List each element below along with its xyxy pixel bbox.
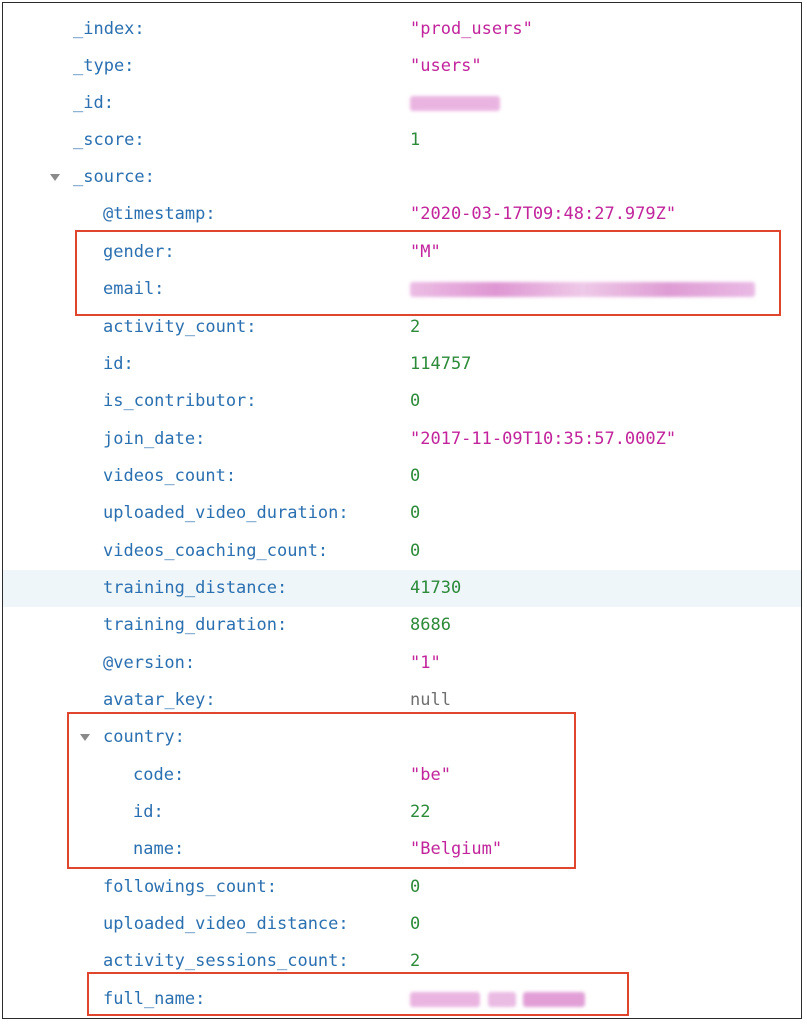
field-key-join-date: join_date:: [103, 429, 206, 449]
field-row-uploaded-video-distance: uploaded_video_distance: 0: [3, 906, 801, 943]
field-row-is-contributor: is_contributor: 0: [3, 383, 801, 420]
field-value-followings-count: 0: [410, 877, 421, 897]
field-value-training-duration: 8686: [410, 615, 451, 635]
field-row-version: @version: "1": [3, 645, 801, 682]
field-key-timestamp: @timestamp:: [103, 204, 216, 224]
field-row-timestamp: @timestamp: "2020-03-17T09:48:27.979Z": [3, 196, 801, 233]
field-row-videos-coaching-count: videos_coaching_count: 0: [3, 533, 801, 570]
triangle-down-icon[interactable]: [50, 174, 60, 181]
field-value-training-distance: 41730: [410, 578, 462, 598]
field-key-is-contributor: is_contributor:: [103, 391, 257, 411]
field-row-uploaded-video-duration: uploaded_video_duration: 0: [3, 495, 801, 532]
field-value-index: "prod_users": [410, 19, 533, 39]
redacted-id-value: [410, 96, 500, 111]
field-key-source-id: id:: [103, 354, 134, 374]
field-key-type: _type:: [73, 56, 135, 76]
highlight-box-gender-email: [75, 230, 781, 316]
field-value-uploaded-video-duration: 0: [410, 503, 421, 523]
field-value-source-id: 114757: [410, 354, 472, 374]
field-value-videos-count: 0: [410, 466, 421, 486]
highlight-box-full-name: [87, 972, 629, 1016]
field-row-followings-count: followings_count: 0: [3, 869, 801, 906]
field-key-videos-coaching-count: videos_coaching_count:: [103, 541, 329, 561]
field-key-id: _id:: [73, 93, 114, 113]
field-value-videos-coaching-count: 0: [410, 541, 421, 561]
field-key-videos-count: videos_count:: [103, 466, 237, 486]
field-key-training-distance: training_distance:: [103, 578, 288, 598]
field-key-uploaded-video-duration: uploaded_video_duration:: [103, 503, 349, 523]
field-row-index: _index: "prod_users": [3, 11, 801, 48]
field-key-score: _score:: [73, 130, 145, 150]
field-key-index: _index:: [73, 19, 145, 39]
field-row-source[interactable]: _source:: [3, 159, 801, 196]
field-value-uploaded-video-distance: 0: [410, 914, 421, 934]
field-row-score: _score: 1: [3, 122, 801, 159]
field-value-version: "1": [410, 653, 441, 673]
field-value-score: 1: [410, 130, 421, 150]
field-key-version: @version:: [103, 653, 196, 673]
field-row-id: _id:: [3, 85, 801, 122]
field-row-training-duration: training_duration: 8686: [3, 607, 801, 644]
field-row-training-distance[interactable]: training_distance: 41730: [3, 570, 801, 607]
field-value-timestamp: "2020-03-17T09:48:27.979Z": [410, 204, 677, 224]
field-key-followings-count: followings_count:: [103, 877, 277, 897]
field-row-videos-count: videos_count: 0: [3, 458, 801, 495]
field-value-is-contributor: 0: [410, 391, 421, 411]
highlight-box-country: [67, 712, 576, 869]
field-row-type: _type: "users": [3, 48, 801, 85]
json-document-viewer: _index: "prod_users" _type: "users" _id:…: [2, 2, 802, 1019]
field-key-source[interactable]: _source:: [73, 159, 155, 196]
field-value-type: "users": [410, 56, 482, 76]
field-row-source-id: id: 114757: [3, 346, 801, 383]
field-key-training-duration: training_duration:: [103, 615, 288, 635]
field-key-uploaded-video-distance: uploaded_video_distance:: [103, 914, 349, 934]
field-value-join-date: "2017-11-09T10:35:57.000Z": [410, 429, 677, 449]
field-row-join-date: join_date: "2017-11-09T10:35:57.000Z": [3, 421, 801, 458]
